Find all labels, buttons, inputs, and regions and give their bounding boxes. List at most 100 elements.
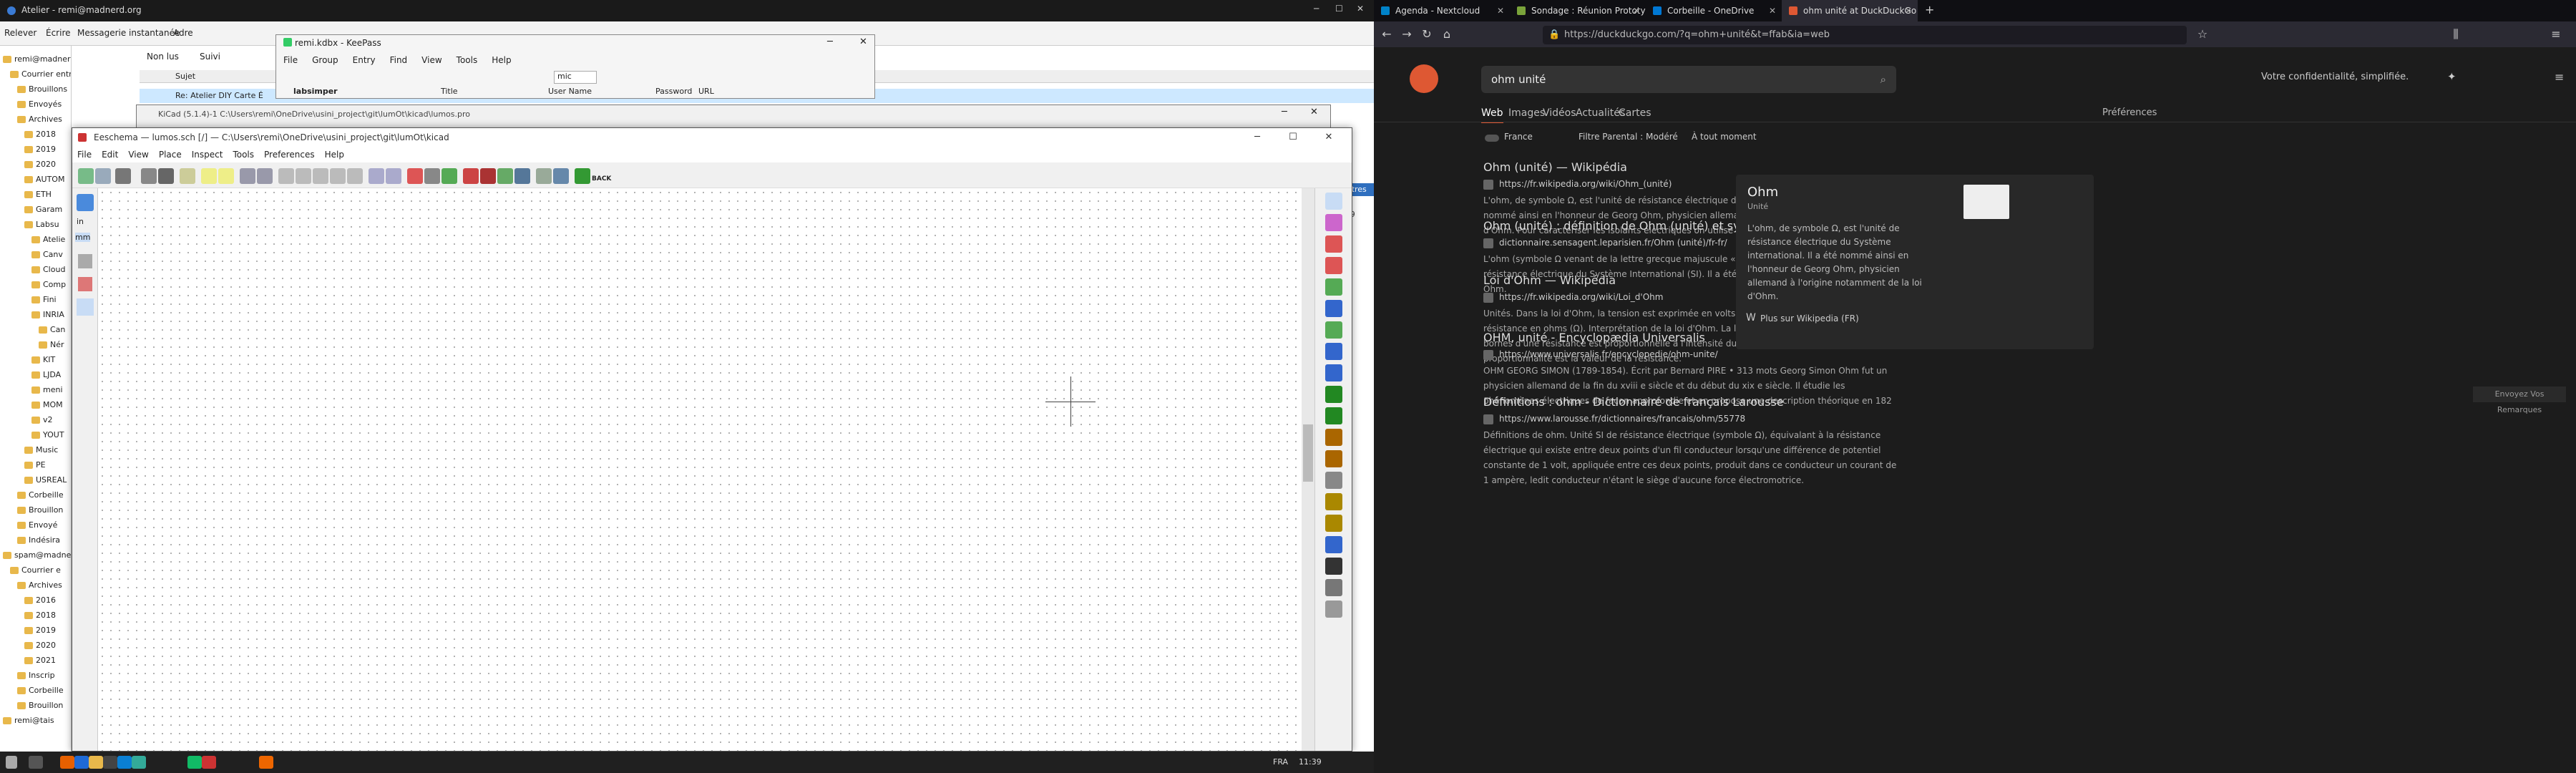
forward-icon[interactable]: → bbox=[1398, 26, 1415, 43]
add-bus-icon[interactable] bbox=[1325, 300, 1342, 317]
folder-item[interactable]: ETH bbox=[24, 187, 52, 202]
symbol-browser-icon[interactable] bbox=[424, 168, 440, 184]
folder-item[interactable]: Can bbox=[39, 322, 65, 337]
save-icon[interactable] bbox=[115, 168, 131, 184]
folder-item[interactable]: Cloud bbox=[31, 262, 65, 277]
keepass-column-header[interactable]: URL bbox=[698, 87, 714, 96]
schematic-canvas[interactable] bbox=[98, 188, 1300, 751]
wire-entry-icon[interactable] bbox=[1325, 321, 1342, 339]
folder-item[interactable]: Garam bbox=[24, 202, 62, 217]
add-symbol-icon[interactable] bbox=[1325, 235, 1342, 253]
import-sheet-pin-icon[interactable] bbox=[1325, 493, 1342, 510]
folder-item[interactable]: KIT bbox=[31, 352, 55, 367]
footprint-assign-icon[interactable] bbox=[497, 168, 513, 184]
select-icon[interactable] bbox=[1325, 193, 1342, 210]
explorer-taskbar-icon[interactable] bbox=[89, 756, 103, 769]
lock-icon[interactable]: 🔒 bbox=[1548, 26, 1560, 44]
keepass-menu-item[interactable]: Entry bbox=[346, 54, 383, 67]
zoom-in-icon[interactable] bbox=[296, 168, 311, 184]
units-mm-button[interactable]: mm bbox=[75, 233, 91, 242]
new-tab-icon[interactable]: + bbox=[1925, 3, 1934, 16]
browser-tab[interactable]: Sondage : Réunion Prototypa ✕ bbox=[1510, 0, 1646, 21]
privacy-link[interactable]: Votre confidentialité, simplifiée. bbox=[2261, 72, 2409, 82]
folder-item[interactable]: Brouillons bbox=[17, 82, 67, 97]
undo-icon[interactable] bbox=[201, 168, 217, 184]
close-tab-icon[interactable]: ✕ bbox=[1633, 0, 1640, 21]
safe-search-filter[interactable]: Filtre Parental : Modéré bbox=[1579, 132, 1678, 142]
highlight-net-icon[interactable] bbox=[1325, 214, 1342, 231]
browser-tab[interactable]: ohm unité at DuckDuckGo ✕ bbox=[1782, 0, 1918, 21]
close-icon[interactable]: ✕ bbox=[859, 37, 867, 47]
folder-item[interactable]: meni bbox=[31, 382, 63, 397]
new-icon[interactable] bbox=[78, 168, 94, 184]
grid-toggle-icon[interactable] bbox=[77, 194, 94, 211]
time-filter[interactable]: À tout moment bbox=[1692, 132, 1757, 142]
redo-icon[interactable] bbox=[218, 168, 234, 184]
annotate-icon[interactable] bbox=[441, 168, 457, 184]
clock[interactable]: 11:39 bbox=[1299, 757, 1322, 767]
fields-table-icon[interactable] bbox=[553, 168, 569, 184]
region-filter[interactable]: France bbox=[1504, 132, 1533, 142]
keepass-group[interactable]: labsimper bbox=[293, 87, 338, 96]
folder-item[interactable]: v2 bbox=[31, 412, 53, 427]
minimize-icon[interactable]: ─ bbox=[1314, 4, 1319, 14]
find-icon[interactable] bbox=[240, 168, 255, 184]
maximize-icon[interactable]: ☐ bbox=[1335, 4, 1343, 14]
folder-item[interactable]: 2016 bbox=[24, 593, 56, 608]
minimize-icon[interactable]: ─ bbox=[1243, 128, 1272, 147]
line-mode-icon[interactable] bbox=[77, 298, 94, 316]
folder-item[interactable]: Courrier e bbox=[10, 563, 61, 578]
folder-item[interactable]: Atelie bbox=[31, 232, 65, 247]
feedback-button[interactable]: Envoyez Vos Remarques bbox=[2473, 386, 2566, 414]
back-button[interactable]: BACK bbox=[592, 168, 611, 184]
eeschema-taskbar-icon[interactable] bbox=[202, 756, 216, 769]
folder-item[interactable]: 2019 bbox=[24, 142, 56, 157]
eeschema-menu-item[interactable]: Tools bbox=[228, 147, 259, 162]
folder-item[interactable]: Fini bbox=[31, 292, 57, 307]
folder-item[interactable]: 2020 bbox=[24, 157, 56, 172]
keepass-menu-item[interactable]: Help bbox=[484, 54, 518, 67]
no-connect-icon[interactable] bbox=[1325, 364, 1342, 381]
keepass-column-header[interactable]: Password bbox=[655, 87, 692, 96]
folder-item[interactable]: 2021 bbox=[24, 653, 56, 668]
search-tab[interactable]: Web bbox=[1481, 107, 1503, 123]
leave-sheet-icon[interactable] bbox=[386, 168, 401, 184]
search-tab[interactable]: Vidéos bbox=[1543, 107, 1576, 119]
keepass-menu-item[interactable]: Group bbox=[305, 54, 346, 67]
keepass-column-header[interactable]: Title bbox=[441, 87, 458, 96]
folder-item[interactable]: INRIA bbox=[31, 307, 64, 322]
terminal-taskbar-icon[interactable] bbox=[103, 756, 117, 769]
folder-item[interactable]: Music bbox=[24, 442, 58, 457]
firefox-taskbar-icon[interactable] bbox=[60, 756, 74, 769]
keepass-menu-item[interactable]: Tools bbox=[449, 54, 485, 67]
folder-item[interactable]: Brouillon bbox=[17, 502, 63, 517]
net-label-icon[interactable] bbox=[1325, 407, 1342, 424]
search-icon[interactable]: ⌕ bbox=[1880, 66, 1886, 93]
folder-item[interactable]: remi@madnerd.org bbox=[3, 52, 71, 67]
unread-filter-button[interactable]: Non lus bbox=[147, 52, 179, 62]
eeschema-menu-item[interactable]: View bbox=[123, 147, 153, 162]
close-icon[interactable]: ✕ bbox=[1314, 128, 1343, 147]
folder-item[interactable]: Corbeille bbox=[17, 487, 64, 502]
zoom-out-icon[interactable] bbox=[313, 168, 328, 184]
write-button[interactable]: Écrire bbox=[46, 28, 71, 38]
keepass-menu-item[interactable]: View bbox=[414, 54, 449, 67]
eeschema-menu-item[interactable]: File bbox=[72, 147, 97, 162]
find-replace-icon[interactable] bbox=[257, 168, 273, 184]
receive-button[interactable]: Relever bbox=[4, 28, 36, 38]
close-tab-icon[interactable]: ✕ bbox=[1769, 0, 1776, 21]
thunderbird-taskbar-icon[interactable] bbox=[74, 756, 89, 769]
safe-search-toggle[interactable] bbox=[1485, 135, 1499, 142]
home-icon[interactable]: ⌂ bbox=[1438, 26, 1455, 43]
zoom-selection-icon[interactable] bbox=[347, 168, 363, 184]
start-icon[interactable] bbox=[6, 756, 17, 769]
followed-filter-button[interactable]: Suivi bbox=[200, 52, 220, 62]
bus-entry-icon[interactable] bbox=[1325, 343, 1342, 360]
folder-item[interactable]: YOUT bbox=[31, 427, 64, 442]
folder-item[interactable]: Envoyé bbox=[17, 517, 57, 533]
menu-icon[interactable]: ≡ bbox=[2547, 26, 2565, 43]
close-tab-icon[interactable]: ✕ bbox=[1905, 0, 1912, 21]
keepass-menu-item[interactable]: Find bbox=[383, 54, 415, 67]
hamburger-icon[interactable]: ≡ bbox=[2555, 70, 2564, 84]
search-tab[interactable]: Images bbox=[1508, 107, 1545, 119]
